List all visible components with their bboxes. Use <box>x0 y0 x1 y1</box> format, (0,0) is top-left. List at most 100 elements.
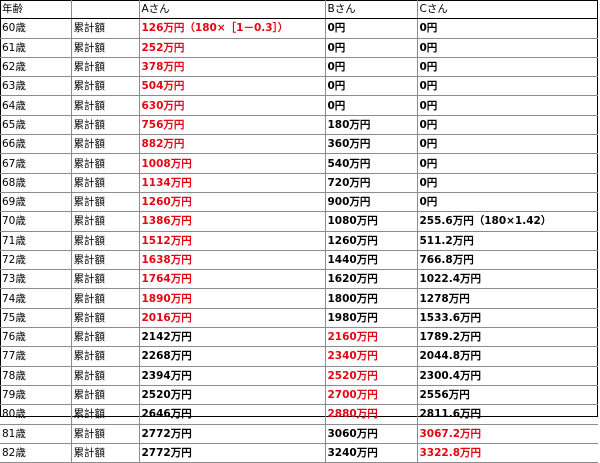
cell-c[interactable]: 0円 <box>417 38 598 58</box>
cell-a[interactable]: 1260万円 <box>139 192 326 213</box>
cell-c[interactable]: 0円 <box>417 95 598 116</box>
cell-c[interactable]: 2044.8万円 <box>417 346 598 367</box>
cell-a[interactable]: 126万円（180×［1－0.3］） <box>139 18 326 39</box>
cell-age[interactable]: 75歳 <box>0 308 72 329</box>
cell-age[interactable]: 73歳 <box>0 269 72 290</box>
cell-b[interactable]: 0円 <box>325 38 418 58</box>
cell-a[interactable]: 1512万円 <box>139 231 326 251</box>
cell-label[interactable]: 累計額 <box>71 327 140 348</box>
cell-label[interactable]: 累計額 <box>71 173 140 193</box>
cell-b[interactable]: 720万円 <box>325 173 418 193</box>
cell-label[interactable]: 累計額 <box>71 366 140 386</box>
cell-age[interactable]: 69歳 <box>0 192 72 213</box>
cell-c[interactable]: 255.6万円（180×1.42） <box>417 211 598 232</box>
cell-age[interactable]: 74歳 <box>0 288 72 309</box>
cell-age[interactable]: 79歳 <box>0 385 72 406</box>
cell-a[interactable]: 378万円 <box>139 57 326 78</box>
cell-c[interactable]: 766.8万円 <box>417 250 598 271</box>
cell-label[interactable]: 累計額 <box>71 95 140 116</box>
cell-c[interactable]: 0円 <box>417 192 598 213</box>
cell-age[interactable]: 78歳 <box>0 366 72 386</box>
cell-age[interactable]: 81歳 <box>0 424 72 444</box>
cell-age[interactable]: 71歳 <box>0 231 72 251</box>
cell-age[interactable]: 67歳 <box>0 153 72 174</box>
cell-c[interactable]: 0円 <box>417 115 598 136</box>
cell-label[interactable]: 累計額 <box>71 134 140 155</box>
cell-b[interactable]: 0円 <box>325 18 418 39</box>
header-age[interactable]: 年齢 <box>0 0 72 20</box>
cell-b[interactable]: 1440万円 <box>325 250 418 271</box>
header-c[interactable]: Cさん <box>417 0 598 20</box>
cell-label[interactable]: 累計額 <box>71 424 140 444</box>
cell-a[interactable]: 756万円 <box>139 115 326 136</box>
cell-a[interactable]: 2016万円 <box>139 308 326 329</box>
cell-label[interactable]: 累計額 <box>71 404 140 425</box>
cell-c[interactable]: 0円 <box>417 57 598 78</box>
header-b[interactable]: Bさん <box>325 0 418 20</box>
cell-age[interactable]: 62歳 <box>0 57 72 78</box>
cell-a[interactable]: 2268万円 <box>139 346 326 367</box>
cell-a[interactable]: 2646万円 <box>139 404 326 425</box>
cell-b[interactable]: 1800万円 <box>325 288 418 309</box>
cell-label[interactable]: 累計額 <box>71 385 140 406</box>
cell-label[interactable]: 累計額 <box>71 192 140 213</box>
cell-a[interactable]: 2394万円 <box>139 366 326 386</box>
cell-c[interactable]: 0円 <box>417 173 598 193</box>
cell-age[interactable]: 82歳 <box>0 443 72 463</box>
cell-label[interactable]: 累計額 <box>71 153 140 174</box>
cell-label[interactable]: 累計額 <box>71 308 140 329</box>
cell-b[interactable]: 1620万円 <box>325 269 418 290</box>
cell-b[interactable]: 180万円 <box>325 115 418 136</box>
cell-b[interactable]: 900万円 <box>325 192 418 213</box>
cell-age[interactable]: 72歳 <box>0 250 72 271</box>
cell-b[interactable]: 3060万円 <box>325 424 418 444</box>
cell-label[interactable]: 累計額 <box>71 443 140 463</box>
cell-c[interactable]: 1022.4万円 <box>417 269 598 290</box>
cell-a[interactable]: 2772万円 <box>139 424 326 444</box>
cell-c[interactable]: 2300.4万円 <box>417 366 598 386</box>
cell-c[interactable]: 2811.6万円 <box>417 404 598 425</box>
cell-c[interactable]: 2556万円 <box>417 385 598 406</box>
cell-b[interactable]: 0円 <box>325 57 418 78</box>
cell-c[interactable]: 0円 <box>417 18 598 39</box>
cell-a[interactable]: 2772万円 <box>139 443 326 463</box>
cell-age[interactable]: 61歳 <box>0 38 72 58</box>
cell-a[interactable]: 882万円 <box>139 134 326 155</box>
cell-c[interactable]: 1278万円 <box>417 288 598 309</box>
cell-age[interactable]: 70歳 <box>0 211 72 232</box>
cell-label[interactable]: 累計額 <box>71 250 140 271</box>
cell-label[interactable]: 累計額 <box>71 288 140 309</box>
cell-b[interactable]: 1980万円 <box>325 308 418 329</box>
cell-c[interactable]: 511.2万円 <box>417 231 598 251</box>
cell-c[interactable]: 0円 <box>417 153 598 174</box>
cell-age[interactable]: 76歳 <box>0 327 72 348</box>
cell-label[interactable]: 累計額 <box>71 211 140 232</box>
cell-b[interactable]: 540万円 <box>325 153 418 174</box>
cell-a[interactable]: 630万円 <box>139 95 326 116</box>
cell-label[interactable]: 累計額 <box>71 346 140 367</box>
cell-b[interactable]: 2520万円 <box>325 366 418 386</box>
header-label[interactable] <box>71 0 140 20</box>
cell-age[interactable]: 80歳 <box>0 404 72 425</box>
cell-age[interactable]: 64歳 <box>0 95 72 116</box>
cell-age[interactable]: 60歳 <box>0 18 72 39</box>
cell-a[interactable]: 504万円 <box>139 76 326 97</box>
cell-b[interactable]: 0円 <box>325 95 418 116</box>
cell-b[interactable]: 3240万円 <box>325 443 418 463</box>
cell-age[interactable]: 63歳 <box>0 76 72 97</box>
cell-b[interactable]: 1260万円 <box>325 231 418 251</box>
cell-age[interactable]: 68歳 <box>0 173 72 193</box>
cell-a[interactable]: 1386万円 <box>139 211 326 232</box>
cell-label[interactable]: 累計額 <box>71 38 140 58</box>
cell-a[interactable]: 1134万円 <box>139 173 326 193</box>
cell-label[interactable]: 累計額 <box>71 269 140 290</box>
cell-label[interactable]: 累計額 <box>71 231 140 251</box>
cell-a[interactable]: 252万円 <box>139 38 326 58</box>
cell-a[interactable]: 2142万円 <box>139 327 326 348</box>
cell-label[interactable]: 累計額 <box>71 57 140 78</box>
cell-a[interactable]: 2520万円 <box>139 385 326 406</box>
cell-a[interactable]: 1764万円 <box>139 269 326 290</box>
cell-b[interactable]: 2340万円 <box>325 346 418 367</box>
cell-c[interactable]: 0円 <box>417 134 598 155</box>
cell-a[interactable]: 1638万円 <box>139 250 326 271</box>
